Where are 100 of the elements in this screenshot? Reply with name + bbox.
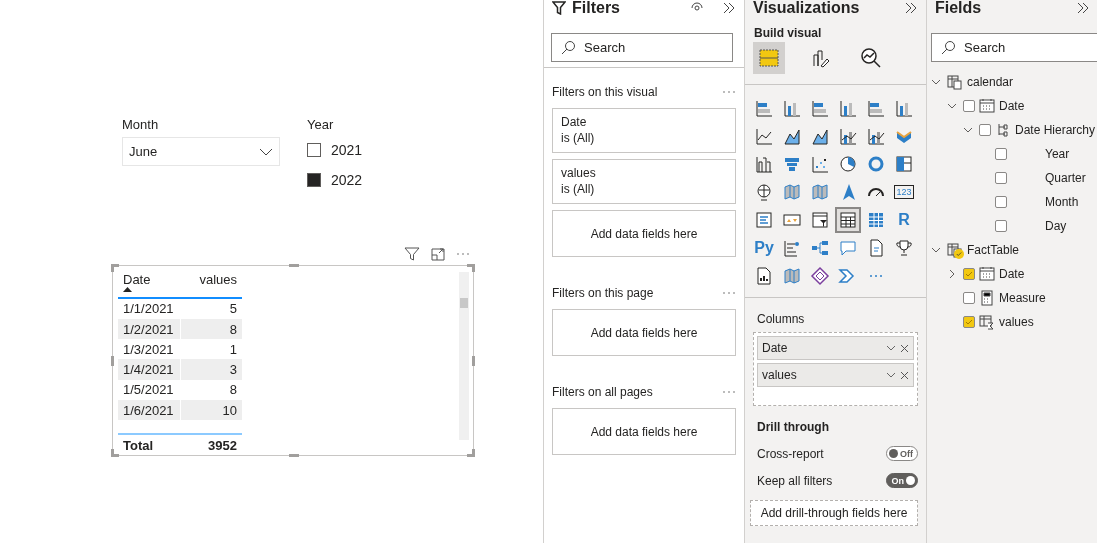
well-title: Columns (757, 312, 806, 326)
section-title: Filters on this page (552, 286, 654, 300)
column-header[interactable]: Date (123, 272, 151, 287)
field-name: Quarter (1045, 171, 1086, 185)
field-name: values (999, 315, 1034, 329)
drop-zone[interactable]: Add data fields here (552, 210, 736, 257)
year-option[interactable]: 2022 (307, 165, 465, 195)
slicer-title: Year (307, 115, 335, 134)
chevron-down-icon[interactable] (886, 371, 896, 379)
script-visual-button[interactable]: R (891, 207, 917, 233)
collapse-chevron-icon[interactable] (963, 125, 973, 135)
close-icon[interactable] (900, 370, 909, 380)
pane-subtitle: Build visual (754, 26, 823, 40)
field-checkbox[interactable] (963, 268, 975, 280)
table-cell: 3 (180, 359, 242, 380)
section-title: Drill through (757, 420, 830, 434)
columns-well[interactable]: Date values (753, 332, 918, 406)
field-name: Date Hierarchy (1015, 123, 1096, 137)
expand-chevron-icon[interactable] (947, 269, 957, 279)
field-checkbox[interactable] (963, 316, 975, 328)
field-name: Year (1045, 147, 1070, 161)
calculator-icon (979, 290, 995, 306)
filter-condition: is (All) (561, 182, 596, 196)
field-name: Day (1045, 219, 1067, 233)
field-checkbox[interactable] (963, 100, 975, 112)
total-value: 3952 (207, 436, 238, 455)
field-list-item[interactable]: Measure (931, 286, 1097, 310)
filter-icon[interactable] (404, 246, 420, 262)
field-checkbox[interactable] (995, 148, 1007, 160)
build-visual-tab[interactable] (753, 42, 785, 74)
month-dropdown[interactable]: June (122, 137, 280, 166)
toggle-label: Cross-report (757, 446, 824, 461)
toggle-switch[interactable]: Off (886, 446, 918, 461)
section-title: Filters on all pages (552, 385, 653, 399)
field-list-item[interactable]: Month (931, 190, 1097, 214)
checkmark-icon (965, 318, 973, 326)
collapse-pane-icon[interactable] (722, 1, 736, 15)
table-cell: 1/4/2021 (118, 359, 180, 380)
field-pill[interactable]: Date (757, 336, 914, 360)
toggle-switch[interactable]: On (886, 473, 918, 488)
calendar-icon (979, 266, 995, 282)
build-visual-icon (757, 46, 781, 70)
field-pill[interactable]: values (757, 363, 914, 387)
table-cell-text: 5 (228, 300, 238, 319)
field-list-item[interactable]: values (931, 310, 1097, 334)
field-list-item[interactable]: Date Hierarchy (931, 118, 1097, 142)
pane-title: Visualizations (753, 0, 861, 17)
filter-card[interactable]: values is (All) (552, 159, 736, 204)
focus-mode-icon[interactable] (430, 246, 446, 262)
scrollbar[interactable] (459, 272, 469, 440)
field-list-item[interactable]: Day (931, 214, 1097, 238)
table-icon[interactable] (835, 207, 861, 233)
filter-icon (552, 1, 566, 15)
search-field[interactable]: Search (931, 33, 1097, 62)
collapse-chevron-icon[interactable] (931, 245, 941, 255)
search-icon (560, 39, 576, 56)
filter-field: Date (561, 115, 727, 129)
column-header[interactable]: values (199, 272, 237, 287)
search-field[interactable]: Search (551, 33, 733, 62)
drop-zone[interactable]: Add data fields here (552, 309, 736, 356)
table-cell: 1/2/2021 (118, 318, 180, 340)
filter-card[interactable]: Date is (All) (552, 108, 736, 153)
search-icon (940, 39, 956, 56)
close-icon[interactable] (900, 343, 909, 353)
field-list-item[interactable]: FactTable (931, 238, 1097, 262)
field-checkbox[interactable] (995, 220, 1007, 232)
collapse-pane-icon[interactable] (1076, 1, 1090, 15)
field-list-item[interactable]: Date (931, 94, 1097, 118)
sigma-table-icon (979, 314, 995, 330)
field-name: Measure (999, 291, 1046, 305)
table-cell: 1/6/2021 (118, 399, 180, 421)
table-visual-frame[interactable]: Date values 1/1/2021 5 1/2/2021 8 1/3/2021 1 1/4/2021 3 1/5/2021 8 1/6/2021 10 Total 3952 (112, 265, 474, 456)
pane-title: Fields (935, 0, 983, 17)
script-visual-button[interactable]: Py (751, 235, 777, 261)
field-list-item[interactable]: calendar (931, 70, 1097, 94)
drop-zone[interactable]: Add data fields here (552, 408, 736, 455)
total-label: Total (122, 436, 155, 455)
year-option[interactable]: 2021 (307, 135, 465, 165)
chevron-down-icon[interactable] (886, 344, 896, 352)
field-checkbox[interactable] (995, 196, 1007, 208)
field-checkbox[interactable] (963, 292, 975, 304)
drop-zone[interactable]: Add drill-through fields here (750, 500, 918, 526)
card-visual-button[interactable]: 123 (891, 179, 917, 205)
table-cell-text: 1 (228, 340, 238, 359)
field-checkbox[interactable] (979, 124, 991, 136)
year-checkbox[interactable] (307, 173, 321, 187)
field-list-item[interactable]: Year (931, 142, 1097, 166)
field-list-item[interactable]: Date (931, 262, 1097, 286)
field-list-item[interactable]: Quarter (931, 166, 1097, 190)
year-checkbox[interactable] (307, 143, 321, 157)
field-name: Date (999, 267, 1025, 281)
collapse-chevron-icon[interactable] (947, 101, 957, 111)
collapse-pane-icon[interactable] (904, 1, 918, 15)
field-name: Date (999, 99, 1025, 113)
collapse-chevron-icon[interactable] (931, 77, 941, 87)
table-cell-text: 8 (228, 381, 238, 400)
table-cell: 10 (180, 399, 242, 421)
calendar-icon (979, 98, 995, 114)
table-cell-text: 1/1/2021 (122, 300, 175, 319)
field-checkbox[interactable] (995, 172, 1007, 184)
